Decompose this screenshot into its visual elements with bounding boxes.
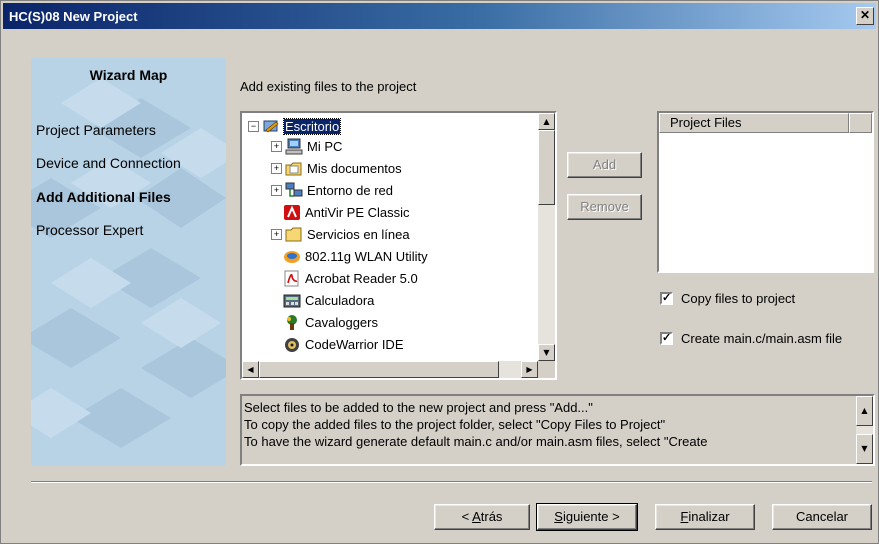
calculator-icon <box>283 292 301 309</box>
cancel-button[interactable]: Cancelar <box>772 504 872 530</box>
wizard-map-panel: Wizard Map Project Parameters Device and… <box>31 58 226 466</box>
scroll-up-arrow-icon[interactable]: ▲ <box>856 396 873 426</box>
project-files-header-extra <box>849 113 872 133</box>
acrobat-icon <box>283 270 301 287</box>
next-button[interactable]: Siguiente > <box>536 503 638 531</box>
desktop-icon <box>262 118 280 135</box>
tree-item-label: Servicios en línea <box>307 226 410 242</box>
expand-icon[interactable]: + <box>271 184 282 196</box>
documents-folder-icon <box>285 160 303 177</box>
wizard-dialog: HC(S)08 New Project ✕ Wizard Map Project… <box>0 0 879 544</box>
scroll-thumb[interactable] <box>538 130 555 205</box>
next-rest: iguiente > <box>562 509 620 524</box>
wlan-icon <box>283 248 301 265</box>
tree-item[interactable]: AntiVir PE Classic <box>271 201 410 223</box>
tree-item[interactable]: Calculadora <box>271 289 374 311</box>
footer-separator <box>31 481 872 483</box>
antivir-icon <box>283 204 301 221</box>
info-line: To have the wizard generate default main… <box>244 434 708 449</box>
expand-icon[interactable]: + <box>271 140 282 152</box>
tree-item-label: Calculadora <box>305 292 375 308</box>
scroll-up-arrow-icon[interactable]: ▲ <box>538 113 555 130</box>
tree-horizontal-scrollbar[interactable]: ◀ ▶ <box>242 361 538 378</box>
tree-item-label: 802.11g WLAN Utility <box>305 248 428 264</box>
scroll-right-arrow-icon[interactable]: ▶ <box>521 361 538 378</box>
next-accel: S <box>554 509 563 524</box>
finish-rest: inalizar <box>688 509 730 524</box>
title-bar[interactable]: HC(S)08 New Project ✕ <box>3 3 876 29</box>
tree-item-label: Escritorio <box>282 117 342 135</box>
wizard-step-processor-expert[interactable]: Processor Expert <box>36 222 143 238</box>
scroll-down-arrow-icon[interactable]: ▼ <box>856 434 873 464</box>
create-main-checkbox[interactable]: ✓ <box>660 332 673 345</box>
wizard-step-add-files[interactable]: Add Additional Files <box>36 189 171 205</box>
wizard-map-title: Wizard Map <box>89 67 168 83</box>
back-button[interactable]: < Atrás <box>434 504 530 530</box>
tree-item-label: Mis documentos <box>307 160 402 176</box>
copy-files-checkbox[interactable]: ✓ <box>660 292 673 305</box>
expand-icon[interactable]: + <box>271 162 282 174</box>
back-accel: A <box>472 509 481 524</box>
info-line: To copy the added files to the project f… <box>244 417 666 432</box>
wizard-step-project-parameters[interactable]: Project Parameters <box>36 122 156 138</box>
wizard-step-device-connection[interactable]: Device and Connection <box>36 155 181 171</box>
scroll-thumb[interactable] <box>259 361 499 378</box>
codewarrior-icon <box>283 336 301 353</box>
window-title: HC(S)08 New Project <box>9 8 138 24</box>
info-vertical-scrollbar[interactable]: ▲ ▼ <box>856 396 873 464</box>
copy-files-label: Copy files to project <box>681 291 796 306</box>
add-button[interactable]: Add <box>567 152 642 178</box>
copy-files-option[interactable]: ✓ Copy files to project <box>660 291 795 306</box>
info-line: Select files to be added to the new proj… <box>244 400 593 415</box>
collapse-icon[interactable]: − <box>248 120 259 132</box>
computer-icon <box>285 138 303 155</box>
expand-icon[interactable]: + <box>271 228 282 240</box>
scroll-corner <box>538 361 555 378</box>
tree-item[interactable]: + Mi PC <box>271 135 342 157</box>
tree-item-label: Entorno de red <box>307 182 394 198</box>
tree-item-label: AntiVir PE Classic <box>305 204 410 220</box>
network-icon <box>285 182 303 199</box>
tree-item[interactable]: Acrobat Reader 5.0 <box>271 267 418 289</box>
file-tree[interactable]: − Escritorio + Mi PC + Mis documentos + <box>240 111 557 380</box>
create-main-label: Create main.c/main.asm file <box>681 331 843 346</box>
tree-item[interactable]: CodeWarrior IDE <box>271 333 403 355</box>
wizard-map-background <box>31 78 226 448</box>
tree-item[interactable]: + Entorno de red <box>271 179 393 201</box>
info-text-area[interactable]: Select files to be added to the new proj… <box>240 394 875 466</box>
tree-item-label: Cavaloggers <box>305 314 378 330</box>
tree-item-label: Acrobat Reader 5.0 <box>305 270 418 286</box>
tree-item[interactable]: 802.11g WLAN Utility <box>271 245 428 267</box>
add-files-label: Add existing files to the project <box>240 79 417 94</box>
close-button[interactable]: ✕ <box>856 7 874 25</box>
finish-button[interactable]: Finalizar <box>655 504 755 530</box>
scroll-left-arrow-icon[interactable]: ◀ <box>242 361 259 378</box>
folder-icon <box>285 226 303 243</box>
tree-vertical-scrollbar[interactable]: ▲ ▼ <box>538 113 555 361</box>
project-files-header[interactable]: Project Files <box>659 113 849 133</box>
back-rest: trás <box>480 509 503 524</box>
remove-button[interactable]: Remove <box>567 194 642 220</box>
create-main-option[interactable]: ✓ Create main.c/main.asm file <box>660 331 842 346</box>
tree-item-label: CodeWarrior IDE <box>305 336 404 352</box>
tree-item-label: Mi PC <box>307 138 343 154</box>
cavaloggers-icon <box>283 314 301 331</box>
tree-item[interactable]: − Escritorio <box>248 115 342 137</box>
tree-item[interactable]: Cavaloggers <box>271 311 378 333</box>
tree-item[interactable]: + Mis documentos <box>271 157 402 179</box>
tree-item[interactable]: + Servicios en línea <box>271 223 410 245</box>
project-files-list[interactable]: Project Files <box>657 111 874 273</box>
scroll-down-arrow-icon[interactable]: ▼ <box>538 344 555 361</box>
back-prefix: < <box>461 509 473 524</box>
